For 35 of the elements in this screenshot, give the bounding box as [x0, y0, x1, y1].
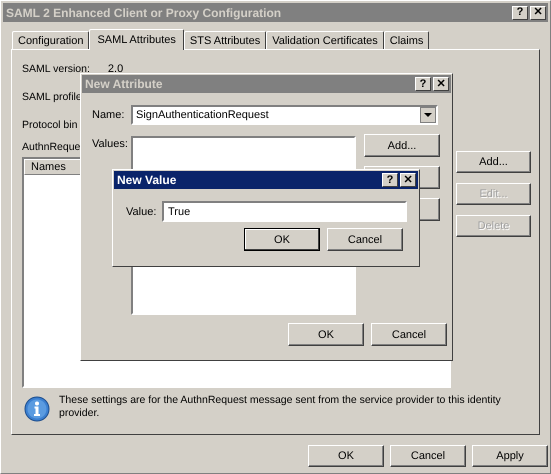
dialog-button[interactable]: Cancel [327, 228, 403, 251]
dialog-title: New Attribute [85, 77, 163, 91]
tab[interactable]: Configuration [12, 31, 90, 49]
field-label: SAML version: [22, 63, 90, 75]
name-dropdown[interactable]: SignAuthenticationRequest [131, 105, 438, 125]
window-title: SAML 2 Enhanced Client or Proxy Configuration [6, 6, 282, 20]
value-input[interactable]: True [162, 201, 407, 222]
dialog-button[interactable]: OK [244, 228, 320, 251]
field-label: Values: [92, 138, 129, 152]
help-button[interactable]: ? [382, 173, 398, 187]
dialog-title: New Value [117, 173, 176, 187]
tab[interactable]: Claims [384, 31, 430, 49]
dialog-button[interactable]: Cancel [390, 445, 466, 467]
dialog-button[interactable]: OK [308, 445, 384, 467]
field-label: SAML profile [22, 91, 82, 103]
tab[interactable]: Validation Certificates [266, 31, 384, 49]
help-button[interactable]: ? [415, 77, 431, 91]
field-label: AuthnReque [22, 141, 80, 153]
close-button[interactable]: ✕ [433, 77, 449, 91]
field-label: Protocol bin [22, 119, 78, 131]
dialog-button[interactable]: Cancel [371, 323, 447, 346]
help-button[interactable]: ? [512, 6, 528, 20]
tab[interactable]: SAML Attributes [89, 29, 184, 50]
info-icon [24, 396, 50, 422]
field-label: Name: [92, 109, 126, 121]
close-button[interactable]: ✕ [530, 6, 546, 20]
close-button[interactable]: ✕ [400, 173, 416, 187]
add-button[interactable]: Add... [364, 134, 440, 157]
tab[interactable]: STS Attributes [184, 31, 266, 49]
info-message: These settings are for the AuthnRequest message sent from the service provider to this identity provider. [59, 394, 502, 420]
field-label: Value: [126, 206, 158, 218]
dialog-button[interactable]: Apply [472, 445, 548, 467]
list-button[interactable]: Add... [456, 151, 531, 173]
field-value: 2.0 [108, 63, 124, 75]
dialog-button[interactable]: OK [288, 323, 364, 346]
